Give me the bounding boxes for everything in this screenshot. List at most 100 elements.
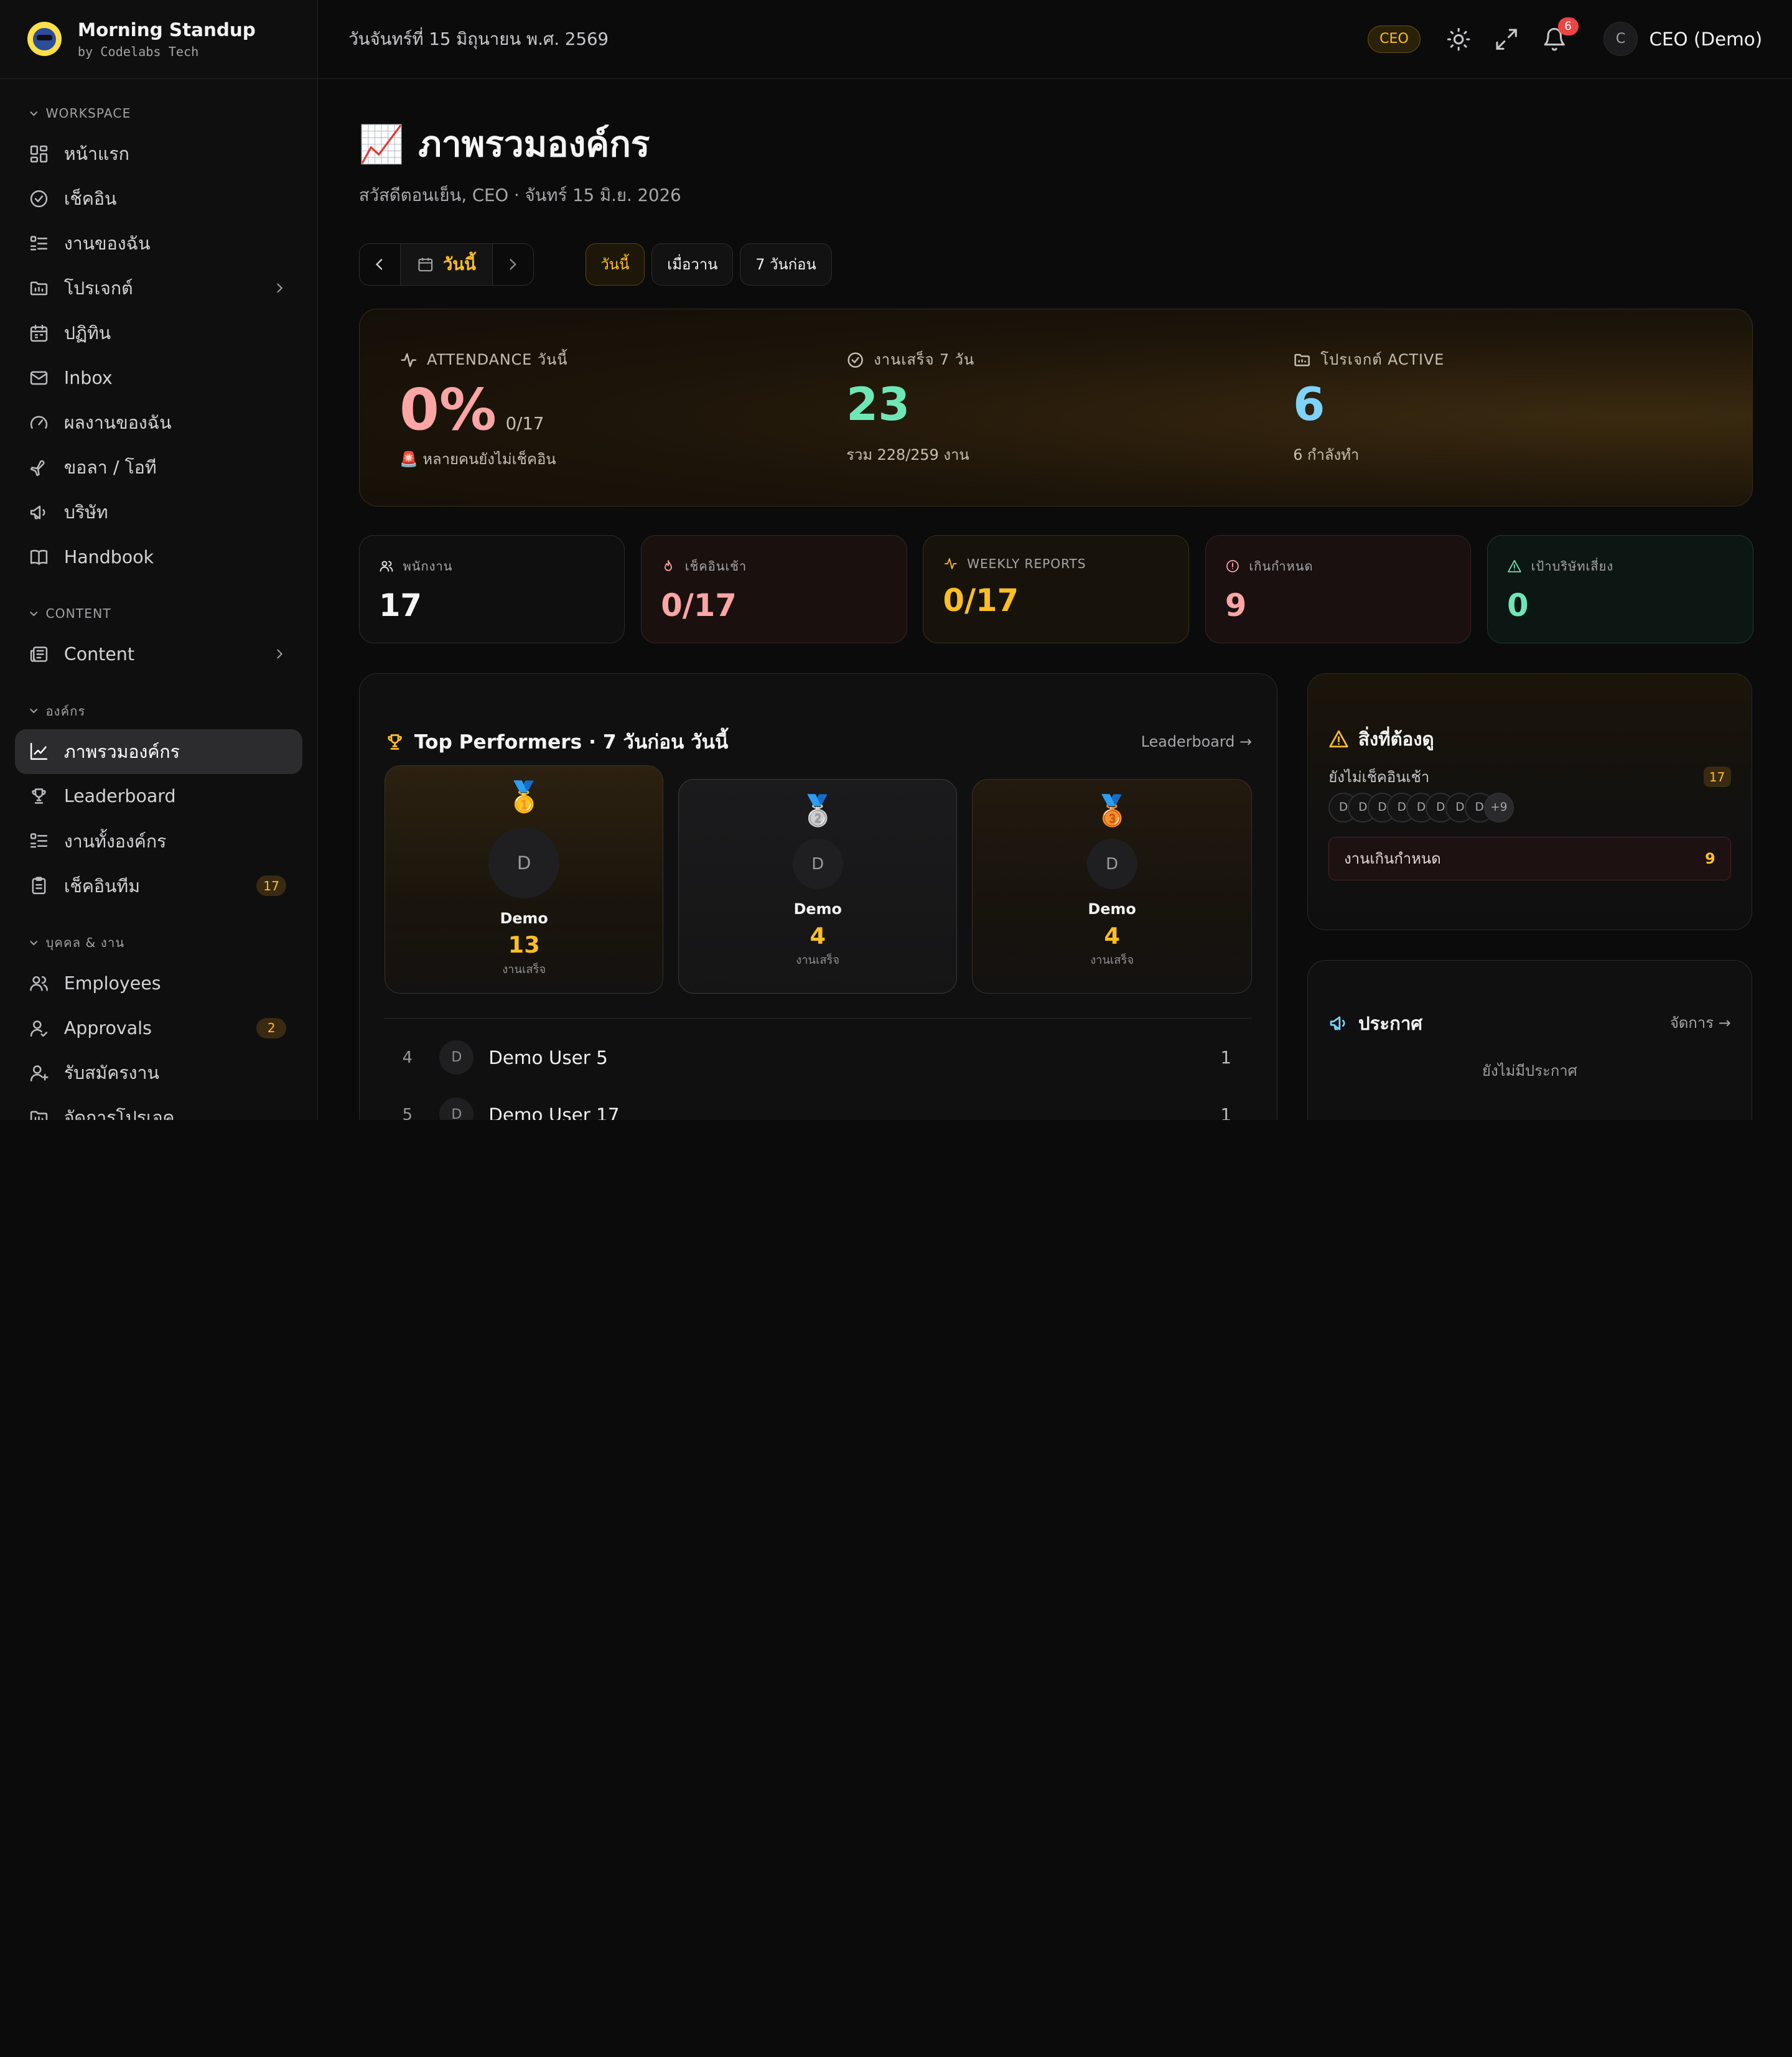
- not-checked-in-count: 17: [1703, 767, 1731, 788]
- attendance-kpi: ATTENDANCE วันนี้ 0% 0/17 🚨 หลายคนยังไม่…: [399, 348, 568, 471]
- trophy-icon: [32, 788, 46, 805]
- activity-icon: [944, 557, 957, 569]
- sidebar-item-newspaper-1-0[interactable]: Content: [15, 632, 302, 676]
- chart-emoji-icon: 📈: [358, 123, 405, 166]
- dashboard-icon: [30, 145, 48, 162]
- sidebar-item-user-plus-3-2[interactable]: รับสมัครงาน: [15, 1050, 302, 1095]
- tasks-done-note: รวม 228/259 งาน: [846, 445, 969, 464]
- quick-7-days-button[interactable]: 7 วันก่อน: [740, 243, 832, 286]
- more-avatars-count[interactable]: +9: [1484, 792, 1514, 823]
- section-title: CONTENT: [45, 606, 111, 622]
- chevron-down-icon: [30, 611, 38, 617]
- fullscreen-button[interactable]: [1494, 27, 1519, 52]
- sidebar-item-calendar-0-4[interactable]: ปฏิทิน: [15, 310, 302, 355]
- section-header[interactable]: บุคคล & งาน: [15, 931, 302, 954]
- section-header[interactable]: CONTENT: [15, 602, 302, 625]
- sidebar-item-trophy-2-1[interactable]: Leaderboard: [15, 774, 302, 819]
- sidebar-item-clipboard-2-3[interactable]: เช็คอินทีม 17: [15, 864, 302, 908]
- warning-icon: [1329, 730, 1348, 747]
- section-header[interactable]: WORKSPACE: [15, 101, 302, 124]
- performer-count: 13: [508, 931, 540, 959]
- mail-icon: [30, 371, 48, 385]
- sidebar-item-label: ภาพรวมองค์กร: [63, 741, 180, 762]
- brand[interactable]: Morning Standup by Codelabs Tech: [0, 0, 317, 79]
- sidebar-item-label: ขอลา / โอที: [63, 457, 157, 478]
- stat-card[interactable]: พนักงาน 17: [358, 534, 625, 644]
- theme-toggle-button[interactable]: [1446, 27, 1471, 52]
- sidebar-item-tasks-2-2[interactable]: งานทั้งองค์กร: [15, 819, 302, 864]
- sidebar-item-label: Leaderboard: [63, 786, 176, 807]
- megaphone-icon: [1330, 1016, 1345, 1030]
- stat-cards: พนักงาน 17 เช็คอินเช้า 0/17 WEEKLY REPORTS 0/…: [358, 534, 1753, 644]
- stat-label: WEEKLY REPORTS: [967, 556, 1086, 571]
- tasks-done-label: งานเสร็จ 7 วัน: [874, 351, 975, 369]
- stat-card[interactable]: เช็คอินเช้า 0/17: [641, 534, 907, 644]
- leaderboard-link[interactable]: Leaderboard →: [1141, 733, 1252, 750]
- date-picker-button[interactable]: วันนี้: [400, 244, 492, 286]
- sidebar-item-label: Handbook: [63, 546, 154, 567]
- overdue-tasks-row[interactable]: งานเกินกำหนด 9: [1328, 837, 1731, 881]
- users-icon: [30, 976, 48, 991]
- sidebar-item-label: จัดการโปรเจค: [63, 1108, 175, 1120]
- sidebar-item-users-3-0[interactable]: Employees: [15, 961, 302, 1005]
- stat-label: เป้าบริษัทเสี่ยง: [1531, 558, 1614, 574]
- sidebar-item-folder-0-3[interactable]: โปรเจกต์: [15, 266, 302, 310]
- sidebar-item-dashboard-0-0[interactable]: หน้าแรก: [15, 131, 302, 176]
- attendance-label: ATTENDANCE วันนี้: [427, 351, 568, 369]
- calendar-icon: [30, 324, 48, 342]
- sidebar-item-book-0-9[interactable]: Handbook: [15, 534, 302, 579]
- not-checked-in-avatars: D D D D D D D D +9: [1328, 792, 1514, 823]
- chevron-right-icon: [510, 259, 517, 270]
- user-avatar[interactable]: C: [1603, 22, 1638, 57]
- sidebar-item-gauge-0-6[interactable]: ผลงานของฉัน: [15, 400, 302, 445]
- stat-card[interactable]: เกินกำหนด 9: [1205, 534, 1472, 644]
- section-header[interactable]: องค์กร: [15, 699, 302, 722]
- stat-card[interactable]: WEEKLY REPORTS 0/17: [923, 534, 1189, 644]
- rank-name: Demo User 17: [488, 1104, 620, 1120]
- stat-card[interactable]: เป้าบริษัทเสี่ยง 0: [1486, 534, 1753, 644]
- chevron-down-icon: [30, 940, 38, 946]
- next-day-button[interactable]: [492, 244, 533, 286]
- table-row[interactable]: 4 D Demo User 5 1: [385, 1035, 1252, 1080]
- announcements-title: ประกาศ: [1358, 1012, 1423, 1034]
- sidebar-item-check-circle-0-1[interactable]: เช็คอิน: [15, 176, 302, 221]
- avatar: D: [1086, 839, 1137, 890]
- avatar: D: [792, 839, 843, 890]
- notifications-button[interactable]: 6: [1542, 17, 1579, 52]
- sidebar-item-tasks-0-2[interactable]: งานของฉัน: [15, 221, 302, 266]
- user-check-icon: [30, 1020, 48, 1037]
- plane-icon: [30, 460, 45, 476]
- sidebar: Morning Standup by Codelabs Tech WORKSPA…: [0, 0, 318, 1120]
- attention-card: สิ่งที่ต้องดู ยังไม่เช็คอินเช้า 17 DDDDD…: [1307, 673, 1752, 931]
- sidebar-item-megaphone-0-8[interactable]: บริษัท: [15, 490, 302, 534]
- podium-first[interactable]: 🥇 D Demo 13 งานเสร็จ: [385, 765, 664, 994]
- table-row[interactable]: 5 D Demo User 17 1: [385, 1092, 1252, 1120]
- sidebar-item-label: เช็คอิน: [63, 189, 117, 210]
- sidebar-item-folder-3-3[interactable]: จัดการโปรเจค: [15, 1095, 302, 1120]
- performer-name: Demo: [500, 910, 548, 928]
- rank-count: 1: [1220, 1104, 1231, 1120]
- date-picker-label: วันนี้: [442, 254, 476, 275]
- kpi-hero-card: ATTENDANCE วันนี้ 0% 0/17 🚨 หลายคนยังไม่…: [358, 308, 1753, 506]
- quick-today-button[interactable]: วันนี้: [585, 243, 645, 286]
- date-navigator: วันนี้ วันนี้ เมื่อวาน 7 วันก่อน: [358, 243, 1753, 286]
- podium-third[interactable]: 🥉 D Demo 4 งานเสร็จ: [972, 778, 1253, 994]
- sidebar-item-plane-0-7[interactable]: ขอลา / โอที: [15, 445, 302, 490]
- stat-value: 0/17: [943, 582, 1019, 618]
- chevron-down-icon: [30, 709, 38, 714]
- user-plus-icon: [30, 1065, 49, 1081]
- attendance-fraction: 0/17: [505, 413, 544, 434]
- check-circle-icon: [30, 190, 48, 207]
- previous-day-button[interactable]: [360, 244, 401, 286]
- announcements-card: ประกาศ จัดการ → ยังไม่มีประกาศ: [1307, 959, 1752, 1120]
- sidebar-item-label: Content: [63, 643, 134, 665]
- user-menu[interactable]: CEO (Demo): [1649, 29, 1762, 50]
- sidebar-item-mail-0-5[interactable]: Inbox: [15, 355, 302, 400]
- quick-yesterday-button[interactable]: เมื่อวาน: [651, 243, 734, 286]
- sidebar-item-chart-line-2-0[interactable]: ภาพรวมองค์กร: [14, 729, 302, 774]
- sidebar-item-user-check-3-1[interactable]: Approvals 2: [15, 1005, 302, 1050]
- podium-second[interactable]: 🥈 D Demo 4 งานเสร็จ: [678, 778, 958, 994]
- manage-announcements-link[interactable]: จัดการ →: [1670, 1011, 1731, 1035]
- stat-value: 9: [1225, 587, 1247, 623]
- active-projects-note: 6 กำลังทำ: [1293, 445, 1360, 464]
